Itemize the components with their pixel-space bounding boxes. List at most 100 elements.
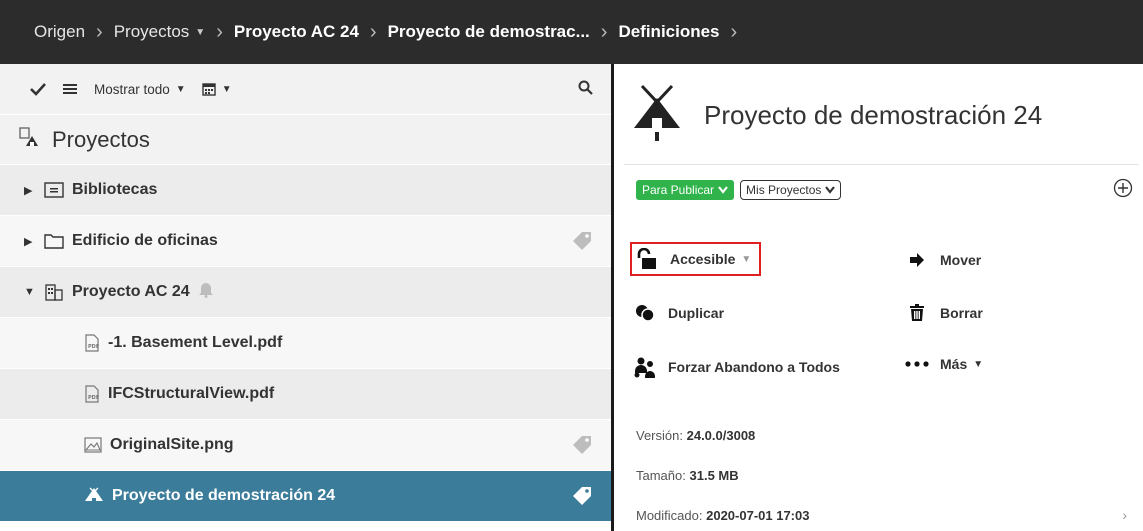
divider xyxy=(624,164,1139,165)
tree-item-label: Proyecto de demostración 24 xyxy=(112,487,336,504)
list-icon[interactable] xyxy=(62,82,78,96)
users-icon xyxy=(632,356,658,378)
caret-down-icon: ▼ xyxy=(221,83,232,95)
chevron-right-icon: › xyxy=(730,20,738,43)
svg-text:PDF: PDF xyxy=(88,344,99,350)
caret-down-icon: ▼ xyxy=(973,358,984,370)
filter-badge-label: Mis Proyectos xyxy=(746,183,822,197)
calendar-icon xyxy=(201,83,216,96)
add-tag-button[interactable] xyxy=(1113,178,1133,203)
delete-label: Borrar xyxy=(940,305,983,321)
caret-down-icon: ▼ xyxy=(741,253,752,265)
tree-item-label: Bibliotecas xyxy=(72,181,158,198)
filter-badge[interactable]: Mis Proyectos xyxy=(740,180,842,200)
caret-down-icon[interactable]: ▼ xyxy=(195,27,205,38)
move-label: Mover xyxy=(940,252,982,268)
tree-item-label: Edificio de oficinas xyxy=(72,232,218,249)
tags-row: Para Publicar Mis Proyectos xyxy=(636,180,842,200)
tree-toolbar: Mostrar todo ▼ ▼ xyxy=(0,64,611,114)
delete-button[interactable]: Borrar xyxy=(904,304,983,322)
tree-item-label: Proyecto AC 24 xyxy=(72,283,190,300)
more-dropdown[interactable]: Más ▼ xyxy=(904,356,983,372)
chevron-down-icon xyxy=(825,186,836,194)
breadcrumb-proyecto-demo[interactable]: Proyecto de demostrac... xyxy=(388,22,590,42)
tree-item-label: OriginalSite.png xyxy=(110,436,234,453)
building-icon xyxy=(44,283,64,301)
modified-info: Modificado: 2020-07-01 17:03 xyxy=(636,508,809,523)
chevron-right-icon: › xyxy=(600,20,608,43)
projects-icon xyxy=(18,126,42,154)
breadcrumb-origen[interactable]: Origen xyxy=(34,22,85,42)
chevron-right-icon: › xyxy=(96,20,103,43)
size-info: Tamaño: 31.5 MB xyxy=(636,468,739,483)
breadcrumb-proyecto-ac[interactable]: Proyecto AC 24 xyxy=(234,22,359,42)
tree-item-edificio[interactable]: ▶ Edificio de oficinas xyxy=(0,215,611,266)
breadcrumb: Origen › Proyectos ▼ › Proyecto AC 24 › … xyxy=(0,0,1143,64)
project-house-icon xyxy=(84,487,104,505)
chevron-right-icon[interactable]: › xyxy=(1122,507,1127,523)
tree-item-label: IFCStructuralView.pdf xyxy=(108,385,275,402)
more-label: Más xyxy=(940,356,968,372)
size-value: 31.5 MB xyxy=(689,468,739,483)
breadcrumb-proyectos[interactable]: Proyectos ▼ xyxy=(114,22,206,42)
tree-item-originalsite[interactable]: OriginalSite.png xyxy=(0,419,611,470)
unlock-icon xyxy=(634,248,660,270)
tag-icon[interactable] xyxy=(571,486,593,511)
detail-pane: Proyecto de demostración 24 Para Publica… xyxy=(614,64,1143,531)
chevron-right-icon: › xyxy=(369,20,377,43)
tree-item-basement[interactable]: PDF -1. Basement Level.pdf xyxy=(0,317,611,368)
breadcrumb-proyectos-label: Proyectos xyxy=(113,22,190,41)
tree-item-proyecto-ac[interactable]: ▼ Proyecto AC 24 xyxy=(0,266,611,317)
force-abandon-button[interactable]: Forzar Abandono a Todos xyxy=(632,356,840,378)
chevron-right-icon: › xyxy=(216,20,223,43)
tag-icon[interactable] xyxy=(571,231,593,256)
folder-icon xyxy=(44,233,64,249)
pdf-file-icon: PDF xyxy=(84,385,100,403)
projects-title: Proyectos xyxy=(52,126,150,152)
duplicate-icon xyxy=(632,304,658,322)
search-icon[interactable] xyxy=(578,80,593,98)
breadcrumb-definiciones[interactable]: Definiciones xyxy=(618,22,719,42)
calendar-dropdown[interactable]: ▼ xyxy=(201,82,232,96)
tree-item-label: -1. Basement Level.pdf xyxy=(108,334,283,351)
image-file-icon xyxy=(84,437,102,453)
show-all-label: Mostrar todo xyxy=(94,81,170,97)
tree-item-proyecto-demo[interactable]: Proyecto de demostración 24 xyxy=(0,470,611,521)
plus-circle-icon xyxy=(1113,178,1133,198)
chevron-down-icon xyxy=(718,186,728,194)
library-folder-icon xyxy=(44,182,64,198)
version-info: Versión: 24.0.0/3008 xyxy=(636,428,755,443)
duplicate-label: Duplicar xyxy=(668,305,725,321)
modified-label: Modificado: xyxy=(636,508,703,523)
accessible-dropdown[interactable]: Accesible ▼ xyxy=(630,242,762,276)
tree-pane: Mostrar todo ▼ ▼ Proyectos ▶ Bibliotecas… xyxy=(0,64,611,531)
accessible-label: Accesible xyxy=(670,251,736,267)
arrow-right-icon xyxy=(904,253,930,267)
page-title: Proyecto de demostración 24 xyxy=(704,100,1043,130)
version-value: 24.0.0/3008 xyxy=(686,428,756,443)
duplicate-button[interactable]: Duplicar xyxy=(632,304,724,322)
trash-icon xyxy=(904,304,930,322)
check-icon[interactable] xyxy=(30,82,46,96)
expand-triangle-icon[interactable]: ▶ xyxy=(24,184,34,197)
project-house-icon xyxy=(632,84,682,147)
tag-icon[interactable] xyxy=(571,435,593,460)
status-badge[interactable]: Para Publicar xyxy=(636,180,735,200)
force-abandon-label: Forzar Abandono a Todos xyxy=(668,359,840,375)
detail-header: Proyecto de demostración 24 xyxy=(632,84,1042,147)
projects-header: Proyectos xyxy=(0,114,611,164)
show-all-dropdown[interactable]: Mostrar todo ▼ xyxy=(94,82,186,97)
tree-item-ifc[interactable]: PDF IFCStructuralView.pdf xyxy=(0,368,611,419)
version-label: Versión: xyxy=(636,428,683,443)
caret-down-icon: ▼ xyxy=(175,83,186,95)
move-button[interactable]: Mover xyxy=(904,252,981,268)
modified-value: 2020-07-01 17:03 xyxy=(706,508,810,523)
size-label: Tamaño: xyxy=(636,468,686,483)
tree-item-bibliotecas[interactable]: ▶ Bibliotecas xyxy=(0,164,611,215)
pdf-file-icon: PDF xyxy=(84,334,100,352)
collapse-triangle-icon[interactable]: ▼ xyxy=(24,286,35,298)
bell-icon[interactable] xyxy=(198,281,214,303)
expand-triangle-icon[interactable]: ▶ xyxy=(24,235,34,248)
svg-text:PDF: PDF xyxy=(88,395,99,401)
more-dots-icon xyxy=(904,360,930,368)
